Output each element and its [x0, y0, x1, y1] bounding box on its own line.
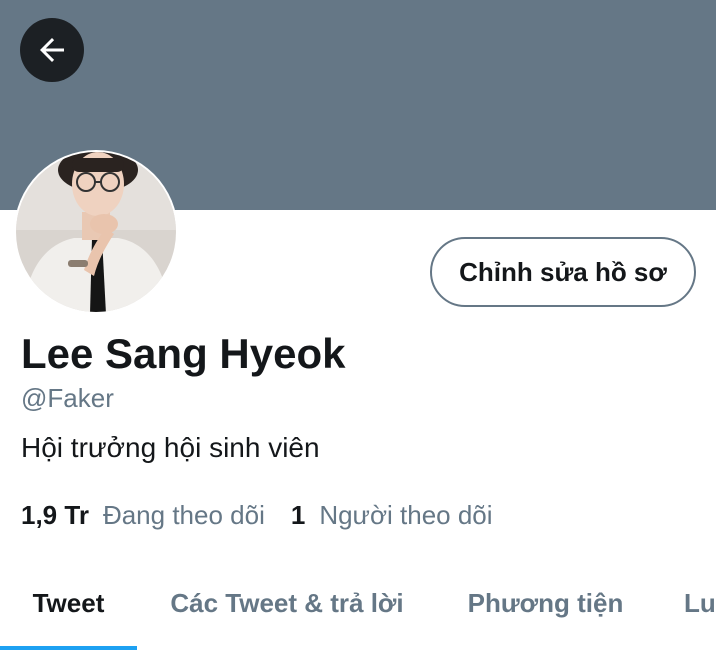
user-handle: @Faker: [21, 383, 114, 413]
display-name: Lee Sang Hyeok: [21, 330, 346, 377]
arrow-left-icon: [40, 38, 64, 62]
tab-tweets[interactable]: Tweet: [0, 560, 137, 646]
tab-likes[interactable]: Lu: [684, 560, 716, 646]
followers-count: 1: [290, 500, 306, 530]
following-label: Đang theo dõi: [102, 500, 265, 530]
profile-stats: 1,9 Tr Đang theo dõi 1 Người theo dõi: [21, 500, 493, 531]
followers-stat[interactable]: 1 Người theo dõi: [291, 500, 493, 531]
profile-bio: Hội trưởng hội sinh viên: [21, 432, 320, 463]
avatar[interactable]: [14, 150, 178, 314]
tab-media[interactable]: Phương tiện: [448, 560, 643, 646]
edit-profile-button[interactable]: Chỉnh sửa hồ sơ: [430, 237, 696, 307]
profile-tabs: Tweet Các Tweet & trả lời Phương tiện Lu: [0, 560, 716, 650]
following-stat[interactable]: 1,9 Tr Đang theo dõi: [21, 500, 265, 531]
back-button[interactable]: [20, 18, 84, 82]
followers-label: Người theo dõi: [319, 500, 493, 530]
active-tab-indicator: [0, 646, 137, 650]
tab-tweets-and-replies[interactable]: Các Tweet & trả lời: [150, 560, 424, 646]
following-count: 1,9 Tr: [21, 500, 89, 530]
